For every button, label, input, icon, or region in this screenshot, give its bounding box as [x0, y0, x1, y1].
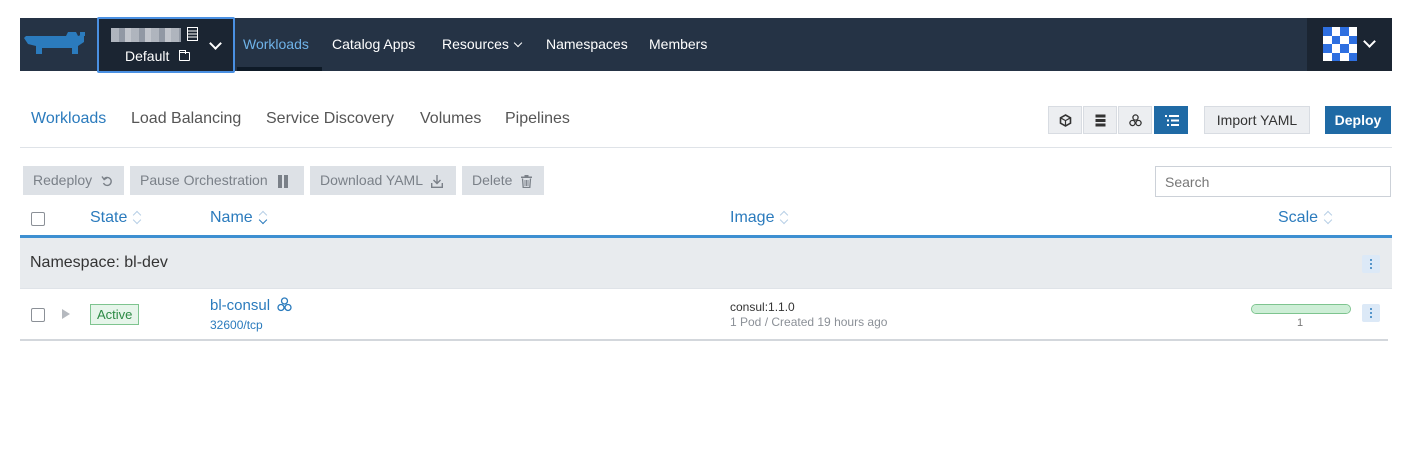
row-actions-menu-icon[interactable] [1362, 304, 1380, 322]
import-yaml-button[interactable]: Import YAML [1204, 106, 1310, 134]
column-header-image-label: Image [730, 209, 775, 226]
expand-row-icon[interactable] [62, 309, 70, 319]
scale-count: 1 [1297, 317, 1304, 329]
project-name: Default [125, 48, 170, 64]
delete-label: Delete [472, 172, 513, 188]
tab-divider [20, 147, 1392, 148]
status-badge: Active [90, 304, 140, 325]
tab-workloads[interactable]: Workloads [31, 110, 106, 128]
redeploy-label: Redeploy [33, 172, 93, 188]
server-stack-icon [1095, 114, 1106, 127]
tab-service-discovery[interactable]: Service Discovery [266, 110, 394, 128]
pause-orchestration-label: Pause Orchestration [140, 172, 268, 188]
namespace-actions-menu-icon[interactable] [1362, 255, 1380, 273]
workload-name-link[interactable]: bl-consul [210, 297, 292, 314]
list-icon [1165, 115, 1179, 126]
redeploy-button[interactable]: Redeploy [23, 166, 124, 195]
nav-resources-label: Resources [442, 36, 509, 52]
user-menu[interactable] [1307, 18, 1392, 71]
select-all-checkbox[interactable] [31, 212, 45, 226]
workload-port-link[interactable]: 32600/tcp [210, 318, 263, 332]
sort-descending-icon [259, 211, 267, 224]
chevron-down-icon [1363, 35, 1376, 48]
cluster-project-selector[interactable]: Default [97, 17, 235, 73]
cluster-name-redacted [111, 28, 181, 42]
column-header-scale-label: Scale [1278, 209, 1319, 226]
column-header-state-label: State [90, 209, 128, 226]
image-name: consul:1.1.0 [730, 300, 795, 314]
image-meta: 1 Pod / Created 19 hours ago [730, 315, 888, 329]
pause-icon [277, 174, 288, 188]
rancher-logo-icon[interactable] [20, 28, 92, 68]
column-header-name[interactable]: Name [210, 209, 267, 227]
tab-volumes[interactable]: Volumes [420, 110, 481, 128]
row-select-checkbox[interactable] [31, 308, 45, 322]
column-header-scale[interactable]: Scale [1278, 209, 1332, 227]
namespace-group-label: Namespace: bl-dev [30, 254, 168, 271]
trash-icon [521, 174, 533, 188]
view-by-workload-button[interactable] [1118, 106, 1152, 134]
search-input[interactable] [1155, 166, 1391, 197]
pause-orchestration-button[interactable]: Pause Orchestration [130, 166, 304, 195]
sort-icon [780, 211, 788, 224]
sort-icon [133, 211, 141, 224]
chevron-down-icon [513, 38, 523, 48]
column-header-image[interactable]: Image [730, 209, 788, 227]
redeploy-icon [101, 176, 112, 187]
nav-active-indicator [237, 67, 322, 71]
nav-members[interactable]: Members [649, 18, 707, 71]
workload-name: bl-consul [210, 297, 271, 314]
tab-load-balancing[interactable]: Load Balancing [131, 110, 241, 128]
scale-progress-fill [1252, 305, 1350, 313]
column-header-name-label: Name [210, 209, 253, 226]
row-divider [20, 339, 1388, 341]
view-by-node-button[interactable] [1048, 106, 1082, 134]
chevron-down-icon [209, 37, 222, 50]
nav-catalog-apps[interactable]: Catalog Apps [332, 18, 415, 71]
cube-icon [1059, 114, 1072, 127]
cluster-nodes-icon [1129, 114, 1142, 127]
delete-button[interactable]: Delete [462, 166, 544, 195]
view-by-service-button[interactable] [1083, 106, 1117, 134]
download-icon [431, 174, 444, 188]
namespace-group-row: Namespace: bl-dev [20, 238, 1392, 289]
cluster-icon [187, 27, 198, 41]
download-yaml-label: Download YAML [320, 172, 423, 188]
scale-progress-bar [1251, 304, 1351, 314]
avatar [1323, 27, 1357, 61]
workload-type-icon [277, 297, 292, 312]
column-header-state[interactable]: State [90, 209, 141, 227]
nav-workloads[interactable]: Workloads [243, 18, 309, 71]
nav-resources[interactable]: Resources [442, 18, 523, 71]
sort-icon [1324, 211, 1332, 224]
nav-namespaces[interactable]: Namespaces [546, 18, 628, 71]
tab-pipelines[interactable]: Pipelines [505, 110, 570, 128]
deploy-button[interactable]: Deploy [1325, 106, 1391, 134]
folder-icon [179, 50, 190, 61]
download-yaml-button[interactable]: Download YAML [310, 166, 456, 195]
view-list-button[interactable] [1154, 106, 1188, 134]
